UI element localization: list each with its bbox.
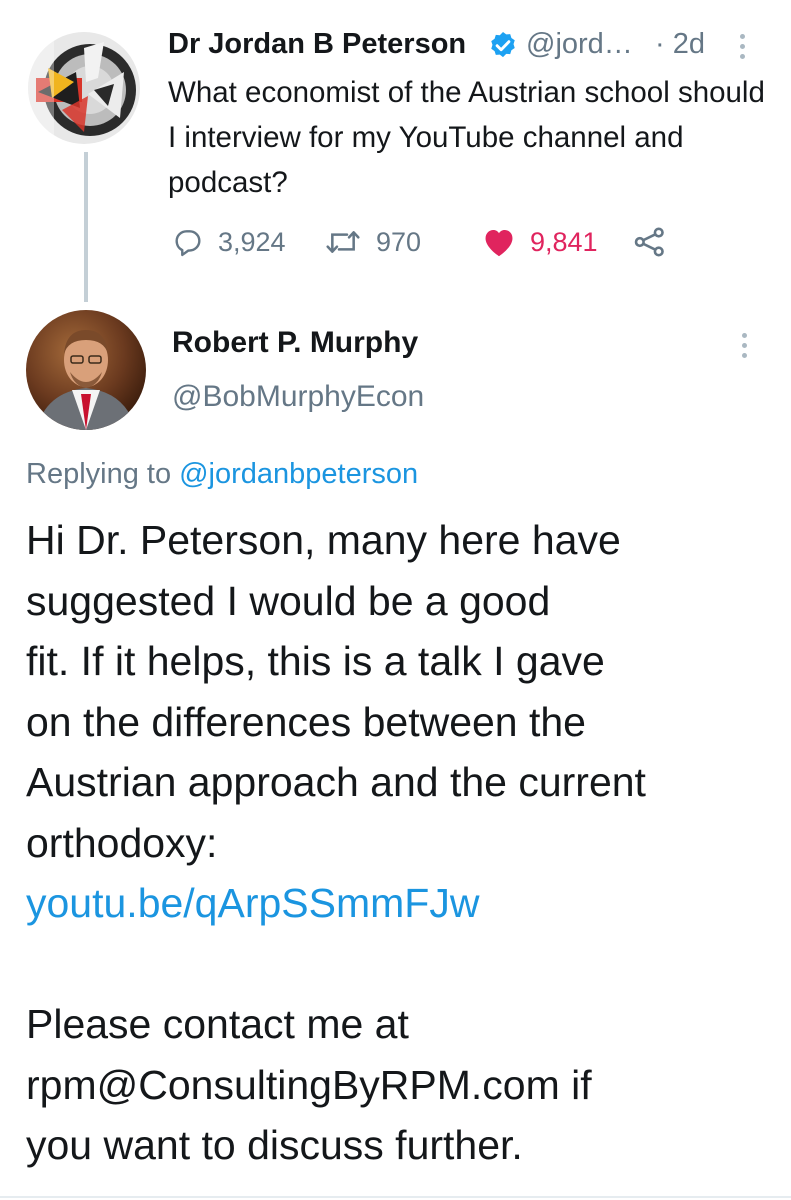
body-line: suggested I would be a good: [26, 577, 551, 624]
retweet-icon: [326, 231, 360, 253]
parent-handle[interactable]: @jord…: [526, 28, 633, 61]
body-line: Please contact me at: [26, 1001, 409, 1047]
body-line: on the differences between the: [26, 698, 586, 745]
more-options-icon[interactable]: [738, 34, 748, 64]
parent-display-name[interactable]: Dr Jordan B Peterson: [168, 28, 466, 61]
replying-to-line: Replying to @jordanbpeterson: [26, 458, 418, 491]
verified-badge-icon: [487, 30, 519, 62]
reply-avatar[interactable]: [26, 310, 146, 430]
body-line: Austrian approach and the current: [26, 759, 646, 805]
divider: [0, 1196, 791, 1198]
retweet-action[interactable]: 970: [324, 222, 421, 262]
heart-icon: [485, 229, 513, 257]
share-action[interactable]: [632, 222, 668, 262]
share-icon: [634, 227, 664, 257]
reply-tweet-body: Hi Dr. Peterson, many here have suggeste…: [26, 510, 776, 1176]
more-options-icon[interactable]: [740, 333, 750, 363]
retweet-count: 970: [376, 226, 422, 257]
youtube-link[interactable]: youtu.be/qArpSSmmFJw: [26, 873, 776, 934]
body-line: rpm@ConsultingByRPM.com if: [26, 1061, 592, 1108]
like-action[interactable]: 9,841: [482, 222, 598, 262]
body-line: Hi Dr. Peterson, many here have: [26, 517, 621, 563]
parent-avatar-image: [28, 32, 140, 144]
reply-count: 3,924: [218, 226, 286, 257]
reply-avatar-image: [26, 310, 146, 430]
reply-handle[interactable]: @BobMurphyEcon: [172, 380, 424, 414]
body-line: orthodoxy:: [26, 819, 218, 866]
thread-connector-line: [84, 152, 88, 302]
body-line: you want to discuss further.: [26, 1122, 523, 1168]
reply-action[interactable]: 3,924: [172, 222, 286, 262]
reply-display-name[interactable]: Robert P. Murphy: [172, 326, 418, 360]
body-line: fit. If it helps, this is a talk I gave: [26, 638, 605, 684]
replying-to-mention[interactable]: @jordanbpeterson: [179, 458, 418, 490]
parent-timestamp[interactable]: · 2d: [655, 28, 705, 61]
parent-avatar[interactable]: [28, 32, 140, 144]
parent-tweet-text: What economist of the Austrian school sh…: [168, 76, 765, 199]
comment-icon: [175, 230, 201, 257]
like-count: 9,841: [530, 226, 598, 257]
replying-to-prefix: Replying to: [26, 458, 172, 490]
